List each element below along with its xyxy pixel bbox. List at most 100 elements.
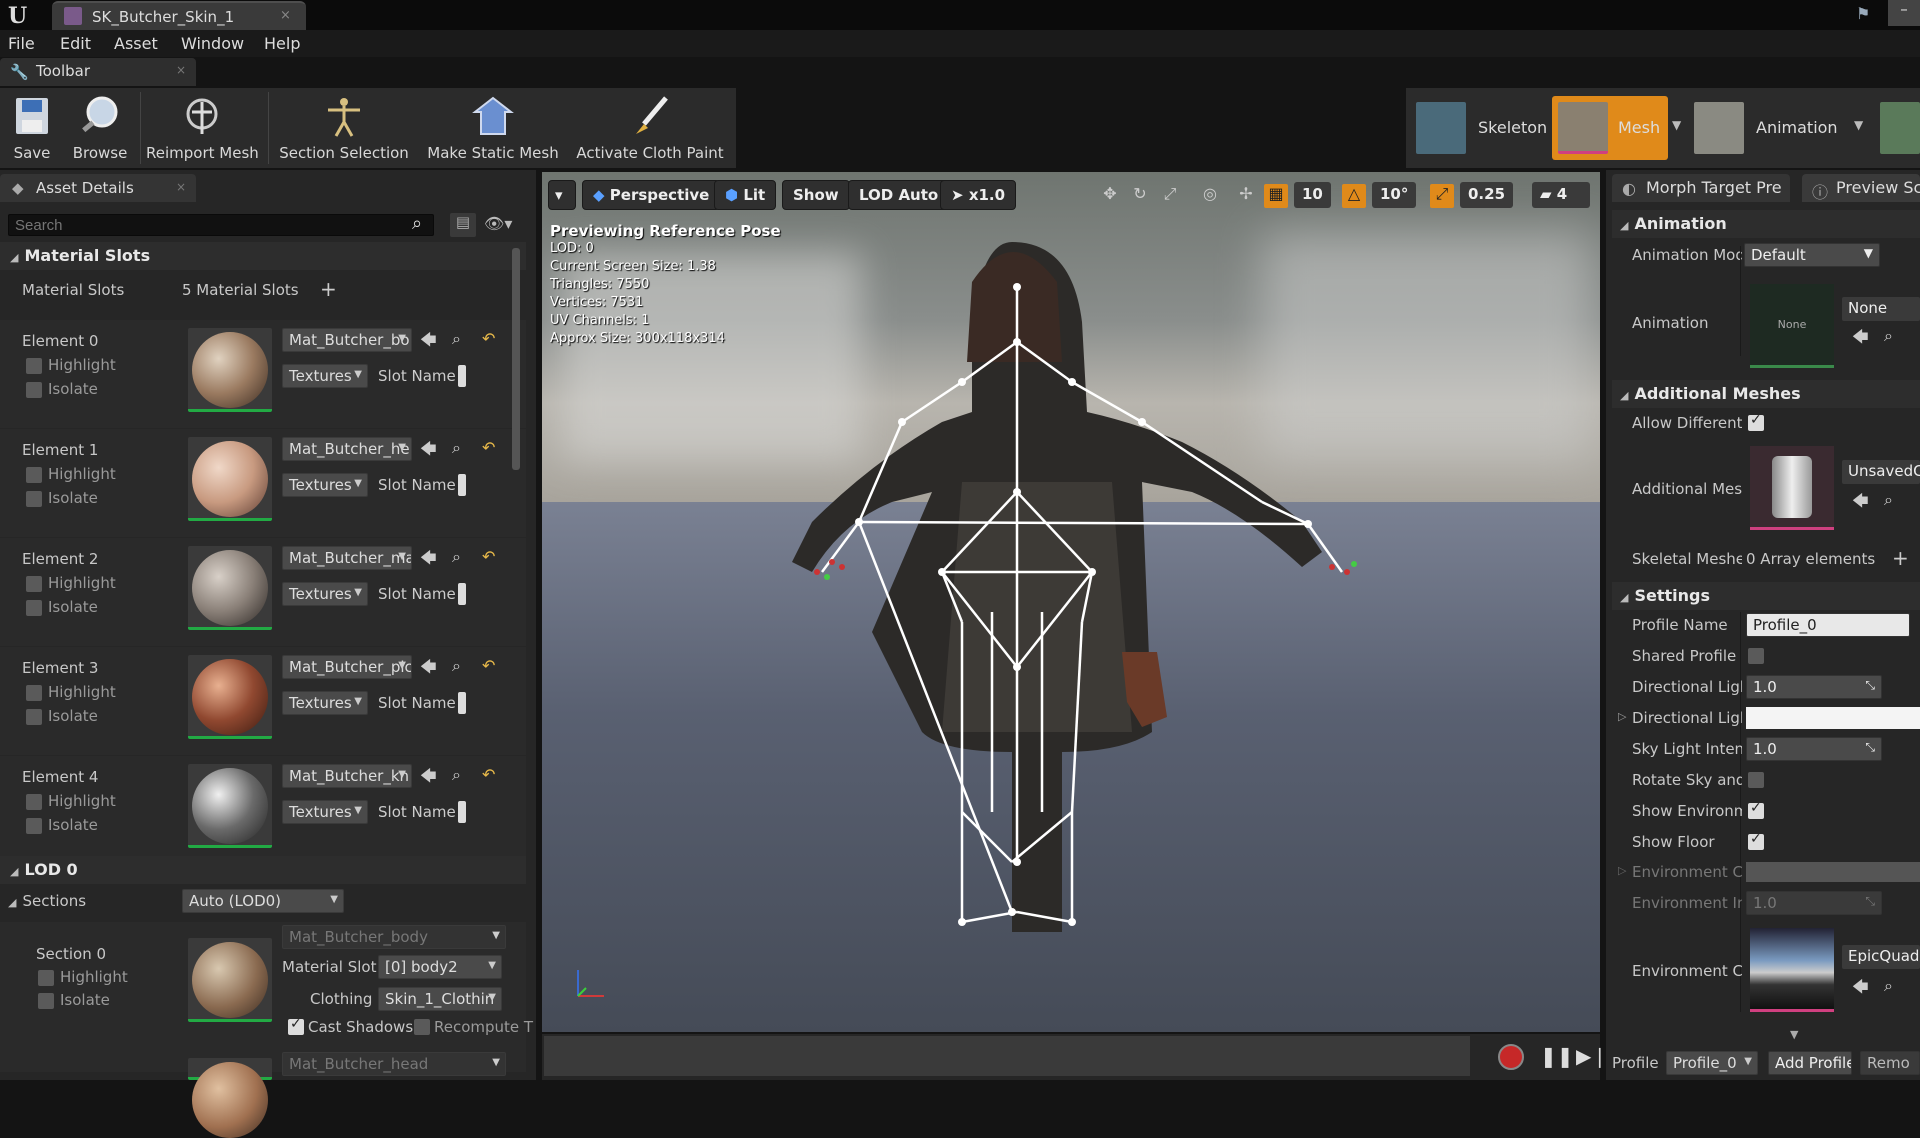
record-button[interactable] <box>1498 1044 1524 1070</box>
close-asset-details-icon[interactable]: × <box>176 180 186 194</box>
menu-asset[interactable]: Asset <box>114 34 158 53</box>
slot-name-input[interactable] <box>458 365 466 387</box>
use-selected-arrow-icon[interactable]: 🡄 <box>1852 490 1869 517</box>
use-selected-arrow-icon[interactable]: 🡄 <box>420 656 437 683</box>
make-static-mesh-button[interactable]: Make Static Mesh <box>422 88 564 168</box>
browse-asset-icon[interactable]: ⌕ <box>1884 976 1893 996</box>
environment-color-swatch[interactable] <box>1746 862 1920 882</box>
use-selected-arrow-icon[interactable]: 🡄 <box>420 547 437 574</box>
browse-asset-icon[interactable]: ⌕ <box>452 656 461 676</box>
asset-details-tab[interactable]: ◆ Asset Details × <box>0 174 196 202</box>
add-profile-button[interactable]: Add Profile <box>1768 1051 1852 1075</box>
menu-edit[interactable]: Edit <box>60 34 91 53</box>
environment-cube-thumbnail[interactable] <box>1750 928 1834 1012</box>
morph-target-preview-tab[interactable]: ◐ Morph Target Pre <box>1612 174 1790 202</box>
grid-snap-icon[interactable]: ▦ <box>1264 184 1288 208</box>
highlight-checkbox[interactable] <box>26 467 42 483</box>
pause-button[interactable]: ❚❚ <box>1540 1044 1574 1068</box>
isolate-checkbox[interactable] <box>26 818 42 834</box>
animation-mode-dropdown[interactable]: Default ▼ <box>1744 243 1880 267</box>
material-dropdown[interactable]: Mat_Butcher_pic <box>282 655 412 679</box>
close-tab-icon[interactable]: × <box>280 8 291 23</box>
textures-dropdown[interactable]: Textures <box>282 582 368 606</box>
reset-to-default-icon[interactable]: ↶ <box>482 329 495 348</box>
source-control-icon[interactable]: ⚑ <box>1856 4 1880 24</box>
rotation-snap-icon[interactable]: △ <box>1342 184 1366 208</box>
animation-dropdown-arrow-icon[interactable]: ▼ <box>1854 118 1863 132</box>
translate-icon[interactable]: ✥ <box>1098 184 1122 208</box>
viewport[interactable]: ▾ ◆ Perspective ⬢ Lit Show LOD Auto ➤ x1… <box>542 172 1600 1032</box>
additional-meshes-category[interactable]: ◢ Additional Meshes <box>1612 380 1920 408</box>
menu-window[interactable]: Window <box>181 34 244 53</box>
add-element-icon[interactable]: + <box>1892 546 1909 570</box>
material-thumbnail[interactable] <box>188 655 272 739</box>
material-dropdown[interactable]: Mat_Butcher_kn <box>282 764 412 788</box>
shared-profile-checkbox[interactable] <box>1748 648 1764 664</box>
use-selected-arrow-icon[interactable]: 🡄 <box>1852 976 1869 1003</box>
slot-name-input[interactable] <box>458 692 466 714</box>
browse-asset-icon[interactable]: ⌕ <box>452 547 461 567</box>
material-dropdown[interactable]: Mat_Butcher_he <box>282 437 412 461</box>
lod0-category[interactable]: ◢ LOD 0 <box>0 856 526 884</box>
sky-light-intensity-input[interactable]: 1.0 ⤡ <box>1746 737 1882 761</box>
use-selected-arrow-icon[interactable]: 🡄 <box>1852 326 1869 353</box>
remove-profile-button[interactable]: Remo <box>1860 1051 1920 1075</box>
textures-dropdown[interactable]: Textures <box>282 800 368 824</box>
menu-file[interactable]: File <box>8 34 35 53</box>
section0-isolate-checkbox[interactable] <box>38 993 54 1009</box>
highlight-checkbox[interactable] <box>26 576 42 592</box>
material-dropdown[interactable]: Mat_Butcher_bo <box>282 328 412 352</box>
close-toolbar-tab-icon[interactable]: × <box>176 63 186 77</box>
recompute-tangent-checkbox[interactable] <box>414 1019 430 1035</box>
lit-button[interactable]: ⬢ Lit <box>714 180 777 210</box>
material-slot-dropdown[interactable]: [0] body2 <box>378 955 502 979</box>
scale-snap-value[interactable]: 0.25 <box>1460 182 1514 208</box>
cast-shadows-checkbox[interactable] <box>288 1016 304 1035</box>
allow-different-checkbox[interactable] <box>1748 412 1764 431</box>
perspective-button[interactable]: ◆ Perspective <box>582 180 721 210</box>
use-selected-arrow-icon[interactable]: 🡄 <box>420 438 437 465</box>
browse-button[interactable]: Browse <box>66 88 134 168</box>
textures-dropdown[interactable]: Textures <box>282 364 368 388</box>
save-button[interactable]: Save <box>4 88 60 168</box>
search-input[interactable] <box>8 214 434 236</box>
reset-to-default-icon[interactable]: ↶ <box>482 765 495 784</box>
profile-name-input[interactable]: Profile_0 <box>1746 613 1910 637</box>
use-selected-arrow-icon[interactable]: 🡄 <box>420 765 437 792</box>
animation-thumbnail[interactable]: None <box>1750 284 1834 368</box>
browse-asset-icon[interactable]: ⌕ <box>452 438 461 458</box>
section0-highlight-checkbox[interactable] <box>38 970 54 986</box>
isolate-checkbox[interactable] <box>26 491 42 507</box>
isolate-checkbox[interactable] <box>26 382 42 398</box>
mesh-mode-button[interactable]: Mesh <box>1552 96 1668 160</box>
isolate-checkbox[interactable] <box>26 600 42 616</box>
browse-asset-icon[interactable]: ⌕ <box>452 765 461 785</box>
material-thumbnail[interactable] <box>188 764 272 848</box>
animation-asset-value[interactable]: None <box>1842 297 1920 321</box>
slot-name-input[interactable] <box>458 583 466 605</box>
visibility-eye-icon[interactable]: 👁▾ <box>484 214 512 233</box>
show-floor-checkbox[interactable] <box>1748 831 1764 850</box>
show-button[interactable]: Show <box>782 180 850 210</box>
section0-material-dropdown[interactable]: Mat_Butcher_body <box>282 925 506 949</box>
animation-category[interactable]: ◢ Animation <box>1612 210 1920 238</box>
reset-to-default-icon[interactable]: ↶ <box>482 438 495 457</box>
scale-snap-icon[interactable]: ⤢ <box>1430 184 1454 208</box>
settings-category[interactable]: ◢ Settings <box>1612 582 1920 610</box>
clothing-dropdown[interactable]: Skin_1_Clothin <box>378 987 502 1011</box>
reimport-mesh-button[interactable]: Reimport Mesh <box>146 88 259 168</box>
expand-arrow-icon[interactable]: ▷ <box>1618 710 1626 723</box>
isolate-checkbox[interactable] <box>26 709 42 725</box>
show-environment-checkbox[interactable] <box>1748 800 1764 819</box>
sections-lod-dropdown[interactable]: Auto (LOD0) <box>182 889 344 913</box>
rotation-snap-value[interactable]: 10° <box>1372 182 1417 208</box>
step-forward-button[interactable]: ▶❘ <box>1576 1044 1608 1068</box>
section1-material-dropdown[interactable]: Mat_Butcher_head <box>282 1052 506 1076</box>
skeleton-mode-button[interactable]: Skeleton <box>1410 96 1552 160</box>
textures-dropdown[interactable]: Textures <box>282 473 368 497</box>
slot-name-input[interactable] <box>458 474 466 496</box>
scroll-down-arrow-icon[interactable]: ▼ <box>1790 1028 1798 1041</box>
playback-speed-button[interactable]: ➤ x1.0 <box>940 180 1017 210</box>
grid-snap-value[interactable]: 10 <box>1294 182 1331 208</box>
camera-speed-button[interactable]: ▰ 4 <box>1532 182 1590 208</box>
